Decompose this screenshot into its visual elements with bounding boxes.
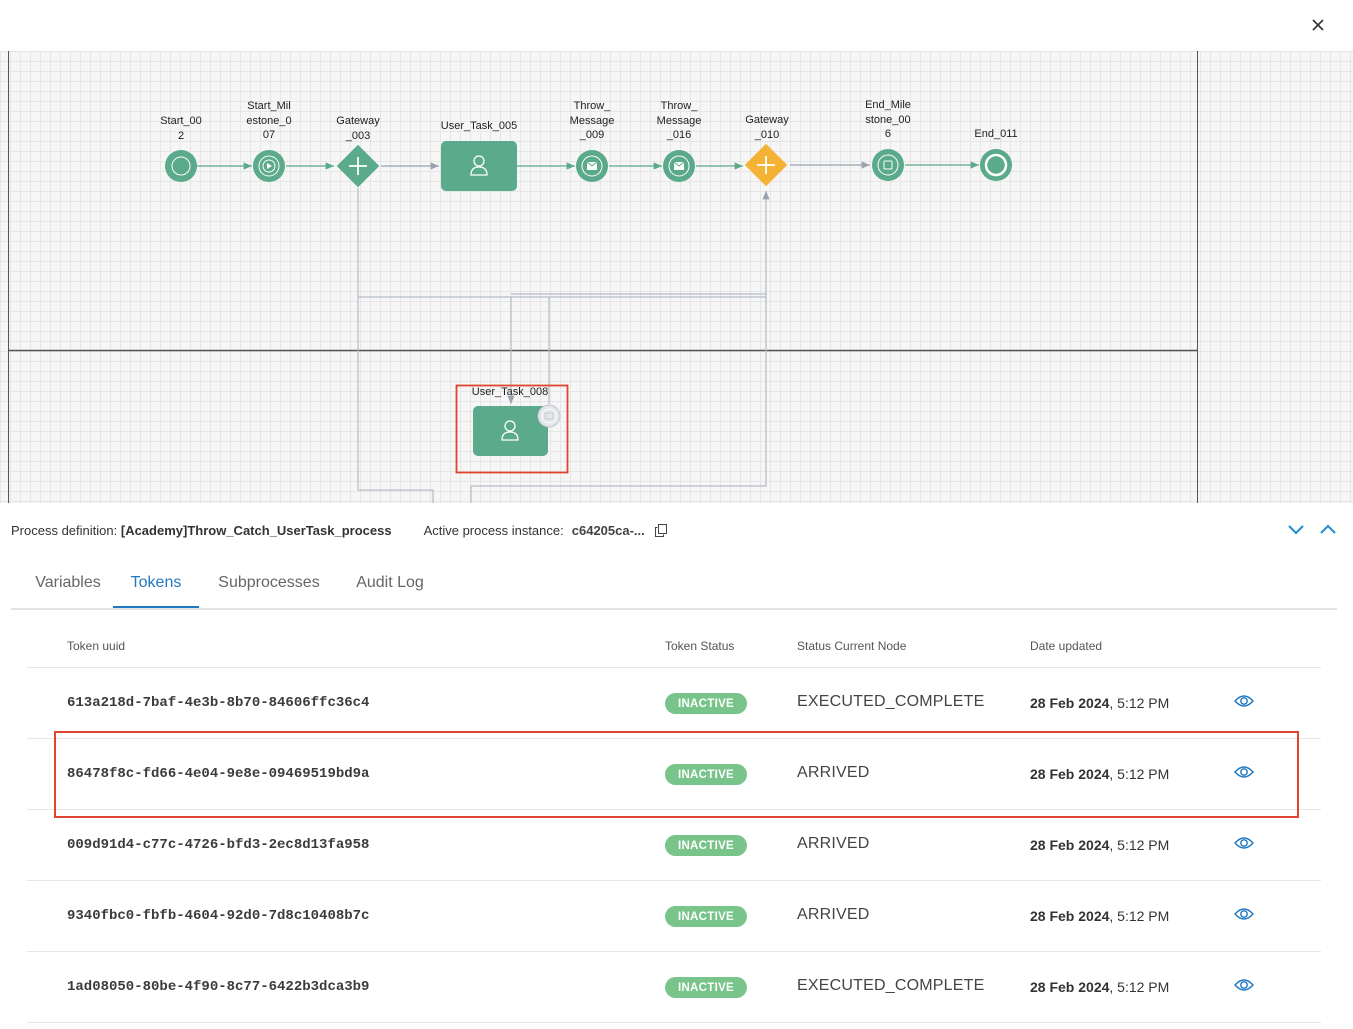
- eye-icon: [1234, 695, 1254, 707]
- start-milestone-event[interactable]: [253, 150, 285, 182]
- label-end-event: End_011: [974, 128, 1018, 140]
- panel-toggle-buttons: [1286, 518, 1338, 540]
- tab-bar: Variables Tokens Subprocesses Audit Log: [11, 560, 1337, 610]
- label-gateway-010: Gateway _010: [745, 114, 789, 141]
- date-updated: 28 Feb 2024, 5:12 PM: [1030, 837, 1170, 853]
- end-milestone-event[interactable]: [872, 149, 904, 181]
- status-badge: INACTIVE: [665, 835, 747, 856]
- eye-icon: [1234, 979, 1254, 991]
- label-user-task-008: User_Task_008: [471, 386, 549, 398]
- instance-label: Active process instance:: [423, 522, 564, 538]
- label-start: Start_00 2: [160, 115, 202, 142]
- table-row[interactable]: 009d91d4-c77c-4726-bfd3-2ec8d13fa958 INA…: [27, 810, 1321, 881]
- throw-message-016[interactable]: [663, 150, 695, 182]
- table-header: Token uuid Token Status Status Current N…: [27, 626, 1321, 668]
- status-badge: INACTIVE: [665, 693, 747, 714]
- definition-label: Process definition:: [11, 522, 118, 538]
- label-throw-message-016: Throw_ Message _016: [656, 100, 702, 141]
- status-badge: INACTIVE: [665, 977, 747, 998]
- label-throw-message-009: Throw_ Message _009: [569, 100, 615, 141]
- view-token-button[interactable]: [1234, 764, 1256, 782]
- header-token-status: Token Status: [665, 639, 735, 653]
- status-badge: INACTIVE: [665, 764, 747, 785]
- token-uuid: 86478f8c-fd66-4e04-9e8e-09469519bd9a: [67, 766, 370, 782]
- view-token-button[interactable]: [1234, 693, 1256, 711]
- view-token-button[interactable]: [1234, 977, 1256, 995]
- label-end-milestone: End_Mile stone_00 6: [865, 99, 911, 140]
- token-uuid: 1ad08050-80be-4f90-8c77-6422b3dca3b9: [67, 979, 370, 995]
- date-updated: 28 Feb 2024, 5:12 PM: [1030, 766, 1170, 782]
- date-updated: 28 Feb 2024, 5:12 PM: [1030, 979, 1170, 995]
- token-uuid: 9340fbc0-fbfb-4604-92d0-7d8c10408b7c: [67, 908, 370, 924]
- label-gateway-003: Gateway _003: [336, 115, 380, 142]
- tab-variables[interactable]: Variables: [21, 560, 115, 606]
- table-row[interactable]: 9340fbc0-fbfb-4604-92d0-7d8c10408b7c INA…: [27, 881, 1321, 952]
- gateway-010[interactable]: [744, 143, 788, 187]
- header-token-uuid: Token uuid: [67, 639, 126, 653]
- chevron-down-icon: [1288, 525, 1304, 535]
- tab-subprocesses[interactable]: Subprocesses: [210, 560, 328, 606]
- expand-button[interactable]: [1318, 518, 1338, 540]
- copy-icon[interactable]: [654, 524, 667, 537]
- gateway-003[interactable]: [336, 144, 380, 188]
- collapse-button[interactable]: [1286, 518, 1306, 540]
- chevron-up-icon: [1320, 524, 1336, 534]
- start-event[interactable]: [165, 150, 197, 182]
- table-row[interactable]: 1ad08050-80be-4f90-8c77-6422b3dca3b9 INA…: [27, 952, 1321, 1023]
- eye-icon: [1234, 908, 1254, 920]
- table-row[interactable]: 613a218d-7baf-4e3b-8b70-84606ffc36c4 INA…: [27, 668, 1321, 739]
- process-info-row: Process definition: [Academy]Throw_Catch…: [11, 520, 667, 540]
- token-uuid: 613a218d-7baf-4e3b-8b70-84606ffc36c4: [67, 695, 370, 711]
- view-token-button[interactable]: [1234, 835, 1256, 853]
- header-date-updated: Date updated: [1030, 639, 1103, 653]
- view-token-button[interactable]: [1234, 906, 1256, 924]
- throw-message-009[interactable]: [576, 150, 608, 182]
- user-task-008[interactable]: [473, 404, 561, 456]
- eye-icon: [1234, 837, 1254, 849]
- current-node-status: EXECUTED_COMPLETE: [797, 977, 985, 994]
- process-diagram-canvas[interactable]: Start_00 2 Start_Mil estone_0 07 Gateway…: [0, 51, 1353, 503]
- eye-icon: [1234, 766, 1254, 778]
- instance-value: c64205ca-...: [571, 522, 645, 538]
- date-updated: 28 Feb 2024, 5:12 PM: [1030, 908, 1170, 924]
- end-event[interactable]: [980, 149, 1012, 181]
- close-button[interactable]: [1305, 12, 1331, 38]
- current-node-status: ARRIVED: [797, 906, 870, 923]
- current-node-status: ARRIVED: [797, 764, 870, 781]
- user-task-005[interactable]: [441, 141, 517, 191]
- current-node-status: EXECUTED_COMPLETE: [797, 693, 985, 710]
- token-uuid: 009d91d4-c77c-4726-bfd3-2ec8d13fa958: [67, 837, 370, 853]
- header-status-current-node: Status Current Node: [797, 639, 907, 653]
- modal-header: [0, 0, 1353, 51]
- definition-value: [Academy]Throw_Catch_UserTask_process: [120, 522, 392, 538]
- label-user-task-005: User_Task_005: [440, 120, 518, 132]
- tab-audit-log[interactable]: Audit Log: [349, 560, 431, 606]
- tab-tokens[interactable]: Tokens: [113, 560, 199, 608]
- label-start-milestone: Start_Mil estone_0 07: [246, 100, 292, 141]
- close-icon: [1312, 19, 1324, 31]
- tokens-table: Token uuid Token Status Status Current N…: [27, 626, 1321, 1023]
- date-updated: 28 Feb 2024, 5:12 PM: [1030, 695, 1170, 711]
- table-row[interactable]: 86478f8c-fd66-4e04-9e8e-09469519bd9a INA…: [27, 739, 1321, 810]
- sequence-flows: [197, 161, 979, 503]
- status-badge: INACTIVE: [665, 906, 747, 927]
- current-node-status: ARRIVED: [797, 835, 870, 852]
